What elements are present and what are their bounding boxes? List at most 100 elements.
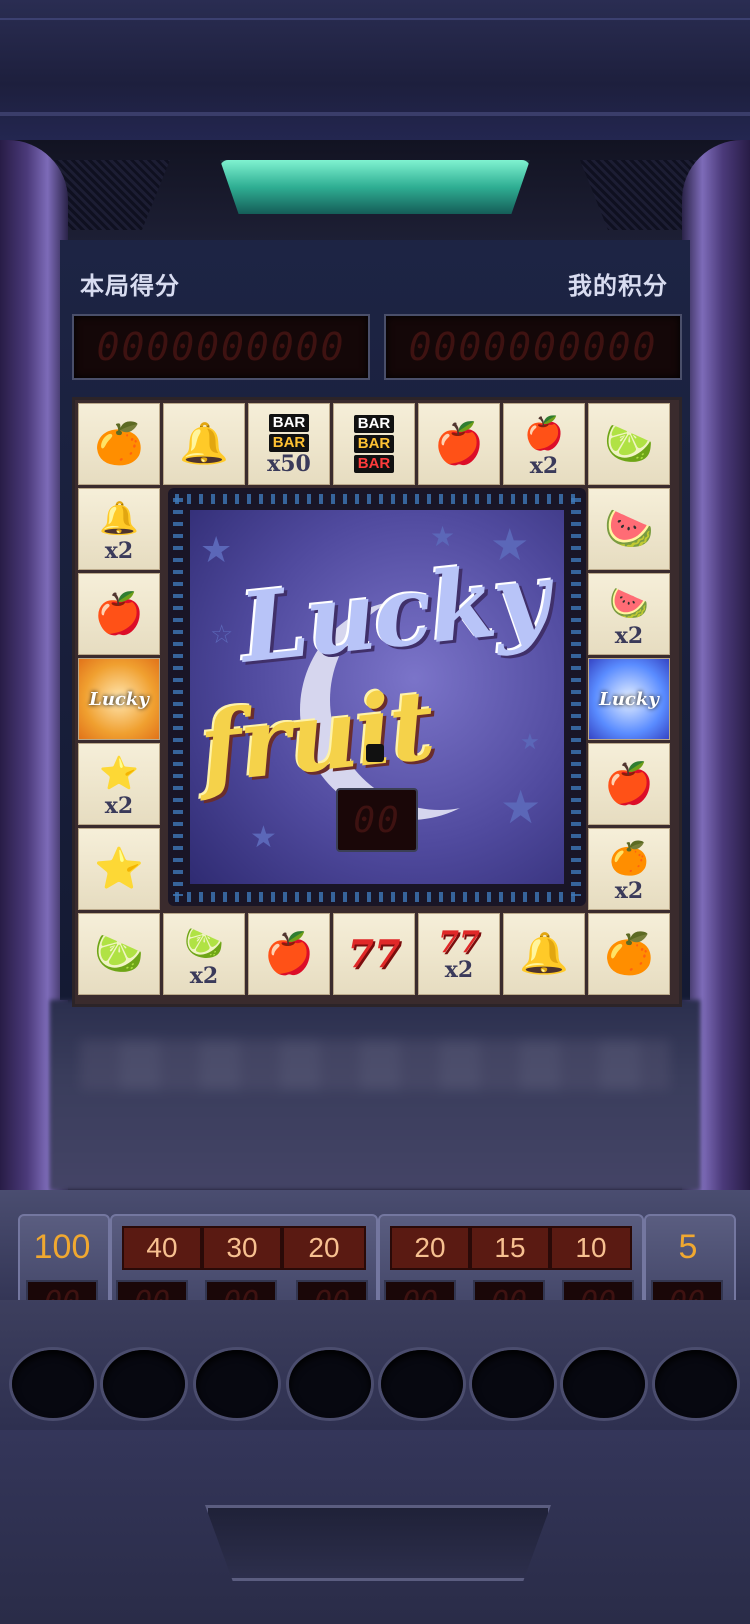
tile-orange: 🍊	[588, 913, 670, 995]
round-score-label: 本局得分	[80, 272, 180, 300]
tile-apple: 🍎	[78, 573, 160, 655]
light-strip-right	[571, 498, 581, 896]
star-icon: ☆	[210, 620, 234, 650]
star-icon: ★	[250, 820, 277, 855]
tile-double-bar: BAR BAR x50	[248, 403, 330, 485]
multiplier-label: x2	[444, 957, 474, 983]
my-points-display: 0000000000	[384, 314, 682, 380]
orange-icon: 🍊	[609, 839, 649, 877]
apple-icon: 🍎	[434, 421, 484, 467]
round-score-display: 0000000000	[72, 314, 370, 380]
star-icon: ⭐	[99, 754, 139, 792]
tile-seven-x2: 77 x2	[418, 913, 500, 995]
lime-icon: 🍋‍🟩	[184, 924, 224, 962]
tile-lucky-orange: Lucky	[78, 658, 160, 740]
bet-multiplier-right: 5	[678, 1228, 698, 1266]
light-strip-bottom	[175, 892, 579, 902]
star-icon: ★	[200, 530, 233, 571]
bar-label: BAR	[268, 414, 310, 432]
star-icon: ★	[500, 780, 542, 834]
bet-multiplier: 30	[202, 1226, 282, 1270]
round-score-value: 0000000000	[96, 325, 346, 369]
seven-label: 77	[438, 925, 480, 960]
apple-icon: 🍎	[604, 761, 654, 807]
bar-label: BAR	[268, 434, 310, 452]
bet-button-7[interactable]	[563, 1350, 645, 1418]
bet-multiplier: 10	[550, 1226, 632, 1270]
tile-orange-x2: 🍊 x2	[588, 828, 670, 910]
tile-lime-x2: 🍋‍🟩 x2	[163, 913, 245, 995]
tile-lime: 🍋‍🟩	[588, 403, 670, 485]
bet-button-4[interactable]	[289, 1350, 371, 1418]
center-led-value: 00	[353, 799, 401, 841]
orange-icon: 🍊	[604, 931, 654, 977]
seven-label: 77	[347, 931, 401, 976]
watermelon-icon: 🍉	[604, 506, 654, 552]
lime-icon: 🍋‍🟩	[604, 421, 654, 467]
coin-tray[interactable]	[205, 1505, 551, 1581]
bet-button-2[interactable]	[103, 1350, 185, 1418]
bell-icon: 🔔	[519, 931, 569, 977]
tile-triple-bar: BAR BAR BAR	[333, 403, 415, 485]
apple-icon: 🍎	[524, 414, 564, 452]
multiplier-label: x2	[614, 623, 644, 649]
my-points-label: 我的积分	[568, 272, 668, 300]
star-icon: ★	[430, 520, 456, 553]
cabinet-top-stripe-lower	[0, 112, 750, 116]
watermelon-icon: 🍉	[609, 584, 649, 622]
tile-apple-x2: 🍎 x2	[503, 403, 585, 485]
bar-label: BAR	[353, 415, 395, 433]
tile-apple: 🍎	[418, 403, 500, 485]
tile-watermelon: 🍉	[588, 488, 670, 570]
logo-fruit: fruit	[194, 668, 438, 805]
tile-bell: 🔔	[503, 913, 585, 995]
lime-icon: 🍋‍🟩	[94, 931, 144, 977]
tile-lime: 🍋‍🟩	[78, 913, 160, 995]
tile-bell-x2: 🔔 x2	[78, 488, 160, 570]
bet-multiplier-left: 100	[33, 1228, 91, 1266]
apple-icon: 🍎	[264, 931, 314, 977]
my-points-value: 0000000000	[408, 325, 658, 369]
multiplier-label: x50	[267, 451, 311, 477]
multiplier-label: x2	[104, 793, 134, 819]
tile-seven: 77	[333, 913, 415, 995]
cabinet-top-panel	[0, 0, 750, 140]
center-indicator	[366, 744, 384, 762]
star-icon: ⭐	[94, 846, 144, 892]
bar-label: BAR	[353, 435, 395, 453]
light-strip-left	[173, 498, 183, 896]
cabinet-lamp	[220, 160, 530, 214]
lucky-label: Lucky	[89, 688, 149, 710]
multiplier-label: x2	[104, 538, 134, 564]
tile-star-x2: ⭐ x2	[78, 743, 160, 825]
bet-button-1[interactable]	[12, 1350, 94, 1418]
tile-bell: 🔔	[163, 403, 245, 485]
orange-icon: 🍊	[94, 421, 144, 467]
bet-button-3[interactable]	[196, 1350, 278, 1418]
bar-label: BAR	[353, 455, 395, 473]
tile-star: ⭐	[78, 828, 160, 910]
light-strip-top	[175, 494, 579, 504]
multiplier-label: x2	[614, 878, 644, 904]
cabinet-reflection	[50, 1000, 700, 1190]
bell-icon: 🔔	[179, 421, 229, 467]
tile-watermelon-x2: 🍉 x2	[588, 573, 670, 655]
bet-multiplier: 15	[470, 1226, 550, 1270]
bet-multiplier: 40	[122, 1226, 202, 1270]
bet-multiplier: 20	[390, 1226, 470, 1270]
bet-button-6[interactable]	[472, 1350, 554, 1418]
bet-multiplier: 20	[282, 1226, 366, 1270]
bet-button-8[interactable]	[655, 1350, 737, 1418]
cabinet-reflection-row	[80, 1040, 670, 1090]
center-led-display: 00	[336, 788, 418, 852]
tile-apple: 🍎	[588, 743, 670, 825]
lucky-label: Lucky	[599, 688, 659, 710]
cabinet-top-stripe	[0, 18, 750, 20]
tile-orange: 🍊	[78, 403, 160, 485]
tile-lucky-blue: Lucky	[588, 658, 670, 740]
tile-apple: 🍎	[248, 913, 330, 995]
apple-icon: 🍎	[94, 591, 144, 637]
bet-button-5[interactable]	[381, 1350, 463, 1418]
bell-icon: 🔔	[99, 499, 139, 537]
multiplier-label: x2	[189, 963, 219, 989]
